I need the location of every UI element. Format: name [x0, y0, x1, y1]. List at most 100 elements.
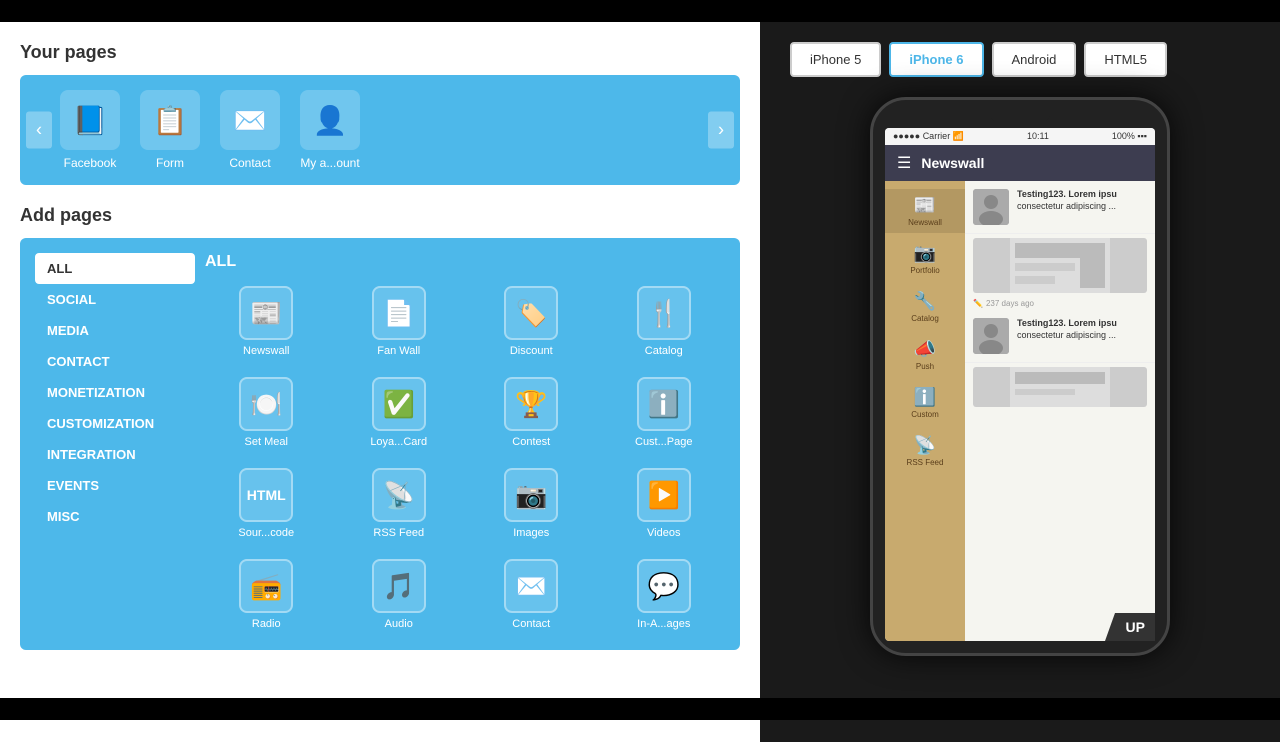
app-fanwall[interactable]: 📄 Fan Wall — [338, 281, 461, 362]
app-label-audio: Audio — [385, 618, 413, 630]
device-iphone5-button[interactable]: iPhone 5 — [790, 42, 881, 77]
phone-time: 10:11 — [1027, 131, 1049, 142]
sidebar-push-label: Push — [916, 362, 934, 371]
phone-signal: ●●●●● Carrier 📶 — [893, 131, 964, 142]
sidebar-newswall[interactable]: 📰 Newswall — [885, 189, 965, 233]
app-radio[interactable]: 📻 Radio — [205, 554, 328, 635]
app-label-loyaltycard: Loya...Card — [370, 436, 427, 448]
phone-content: 📰 Newswall 📷 Portfolio 🔧 Catalog 📣 — [885, 181, 1155, 641]
pages-carousel: ‹ 📘 Facebook 📋 Form ✉️ Contact 👤 My a...… — [20, 75, 740, 185]
category-customization[interactable]: CUSTOMIZATION — [35, 408, 195, 439]
app-contest[interactable]: 🏆 Contest — [470, 372, 593, 453]
videos-icon: ▶️ — [637, 468, 691, 522]
app-setmeal[interactable]: 🍽️ Set Meal — [205, 372, 328, 453]
app-discount[interactable]: 🏷️ Discount — [470, 281, 593, 362]
facebook-icon: 📘 — [60, 90, 120, 150]
app-label-custompage: Cust...Page — [635, 436, 692, 448]
device-android-button[interactable]: Android — [992, 42, 1077, 77]
carousel-next-button[interactable]: › — [708, 112, 734, 149]
device-iphone6-button[interactable]: iPhone 6 — [889, 42, 983, 77]
news-bottom-image — [965, 363, 1155, 411]
audio-icon: 🎵 — [372, 559, 426, 613]
app-label-contact-add: Contact — [512, 618, 550, 630]
app-rssfeed[interactable]: 📡 RSS Feed — [338, 463, 461, 544]
news-text-1: Testing123. Lorem ipsu consectetur adipi… — [1017, 189, 1117, 212]
sidebar-portfolio-label: Portfolio — [910, 266, 939, 275]
phone-status-bar: ●●●●● Carrier 📶 10:11 100% ▪▪▪ — [885, 128, 1155, 145]
news-thumb-2 — [973, 318, 1009, 354]
app-sourcecode[interactable]: HTML Sour...code — [205, 463, 328, 544]
sidebar-catalog-label: Catalog — [911, 314, 939, 323]
sidebar-portfolio-icon: 📷 — [914, 243, 936, 264]
sidebar-custom-label: Custom — [911, 410, 939, 419]
sidebar-push[interactable]: 📣 Push — [885, 333, 965, 377]
news-text-2: Testing123. Lorem ipsu consectetur adipi… — [1017, 318, 1117, 341]
radio-icon: 📻 — [239, 559, 293, 613]
category-contact[interactable]: CONTACT — [35, 346, 195, 377]
app-label-newswall: Newswall — [243, 345, 289, 357]
images-icon: 📷 — [504, 468, 558, 522]
app-label-discount: Discount — [510, 345, 553, 357]
app-label-setmeal: Set Meal — [245, 436, 288, 448]
apps-grid: 📰 Newswall 📄 Fan Wall 🏷️ Discount 🍴 Cata… — [205, 281, 725, 635]
inapppages-icon: 💬 — [637, 559, 691, 613]
category-all[interactable]: ALL — [35, 253, 195, 284]
page-label-facebook: Facebook — [64, 156, 117, 170]
sidebar-custom-icon: ℹ️ — [914, 387, 936, 408]
page-item-contact[interactable]: ✉️ Contact — [220, 90, 280, 170]
sidebar-catalog[interactable]: 🔧 Catalog — [885, 285, 965, 329]
category-integration[interactable]: INTEGRATION — [35, 439, 195, 470]
page-label-myaccount: My a...ount — [300, 156, 359, 170]
app-videos[interactable]: ▶️ Videos — [603, 463, 726, 544]
add-pages-title: Add pages — [20, 205, 740, 226]
category-social[interactable]: SOCIAL — [35, 284, 195, 315]
app-custompage[interactable]: ℹ️ Cust...Page — [603, 372, 726, 453]
category-media[interactable]: MEDIA — [35, 315, 195, 346]
add-pages-container: ALL SOCIAL MEDIA CONTACT MONETIZATION CU… — [20, 238, 740, 650]
page-item-myaccount[interactable]: 👤 My a...ount — [300, 90, 360, 170]
sidebar-newswall-label: Newswall — [908, 218, 942, 227]
myaccount-icon: 👤 — [300, 90, 360, 150]
app-images[interactable]: 📷 Images — [470, 463, 593, 544]
page-item-facebook[interactable]: 📘 Facebook — [60, 90, 120, 170]
custompage-icon: ℹ️ — [637, 377, 691, 431]
sidebar-newswall-icon: 📰 — [914, 195, 936, 216]
contest-icon: 🏆 — [504, 377, 558, 431]
app-label-rssfeed: RSS Feed — [373, 527, 424, 539]
sidebar-rssfeed-label: RSS Feed — [907, 458, 944, 467]
sidebar-custom[interactable]: ℹ️ Custom — [885, 381, 965, 425]
device-html5-button[interactable]: HTML5 — [1084, 42, 1167, 77]
sidebar-push-icon: 📣 — [914, 339, 936, 360]
sidebar-rssfeed[interactable]: 📡 RSS Feed — [885, 429, 965, 473]
app-loyaltycard[interactable]: ✅ Loya...Card — [338, 372, 461, 453]
app-contact-add[interactable]: ✉️ Contact — [470, 554, 593, 635]
news-item-1: Testing123. Lorem ipsu consectetur adipi… — [965, 181, 1155, 234]
sidebar-portfolio[interactable]: 📷 Portfolio — [885, 237, 965, 281]
news-thumb-1 — [973, 189, 1009, 225]
app-label-images: Images — [513, 527, 549, 539]
category-list: ALL SOCIAL MEDIA CONTACT MONETIZATION CU… — [35, 253, 195, 635]
device-selector: iPhone 5 iPhone 6 Android HTML5 — [790, 42, 1167, 77]
sourcecode-icon: HTML — [239, 468, 293, 522]
right-panel: iPhone 5 iPhone 6 Android HTML5 ●●●●● Ca… — [760, 22, 1280, 742]
page-item-form[interactable]: 📋 Form — [140, 90, 200, 170]
phone-screen: ●●●●● Carrier 📶 10:11 100% ▪▪▪ ☰ Newswal… — [885, 128, 1155, 641]
app-label-videos: Videos — [647, 527, 680, 539]
phone-mockup: ●●●●● Carrier 📶 10:11 100% ▪▪▪ ☰ Newswal… — [870, 97, 1170, 656]
app-audio[interactable]: 🎵 Audio — [338, 554, 461, 635]
contact-add-icon: ✉️ — [504, 559, 558, 613]
app-catalog[interactable]: 🍴 Catalog — [603, 281, 726, 362]
category-misc[interactable]: MISC — [35, 501, 195, 532]
app-label-radio: Radio — [252, 618, 281, 630]
category-events[interactable]: EVENTS — [35, 470, 195, 501]
app-newswall[interactable]: 📰 Newswall — [205, 281, 328, 362]
news-item-2: Testing123. Lorem ipsu consectetur adipi… — [965, 310, 1155, 363]
hamburger-icon: ☰ — [897, 153, 911, 173]
contact-icon: ✉️ — [220, 90, 280, 150]
catalog-icon: 🍴 — [637, 286, 691, 340]
app-inapppages[interactable]: 💬 In-A...ages — [603, 554, 726, 635]
phone-nav-title: Newswall — [921, 155, 984, 171]
category-monetization[interactable]: MONETIZATION — [35, 377, 195, 408]
carousel-prev-button[interactable]: ‹ — [26, 112, 52, 149]
form-icon: 📋 — [140, 90, 200, 150]
